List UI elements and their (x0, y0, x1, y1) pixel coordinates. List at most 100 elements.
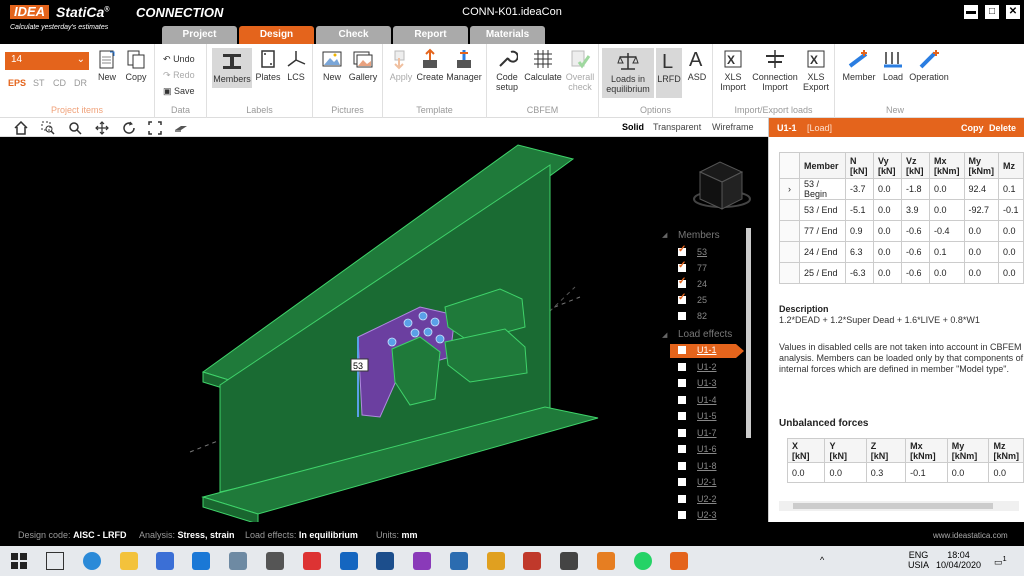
rotate-icon[interactable] (122, 121, 136, 135)
app-icon[interactable] (450, 552, 468, 570)
lrfd-button[interactable]: L LRFD (656, 48, 682, 98)
app-icon[interactable] (229, 552, 247, 570)
connection-import-button[interactable]: Connection Import (751, 48, 799, 92)
tab-report[interactable]: Report (393, 26, 468, 44)
checkbox[interactable] (678, 260, 686, 272)
load-effect-item[interactable]: U1-8 (678, 460, 758, 474)
tab-design[interactable]: Design (239, 26, 314, 44)
scroll-thumb[interactable] (793, 503, 993, 509)
app-icon[interactable] (340, 552, 358, 570)
delete-load-button[interactable]: Delete (989, 123, 1016, 133)
checkbox[interactable] (678, 379, 686, 387)
labels-plates-button[interactable]: Plates (255, 48, 281, 82)
table-row[interactable]: 77 / End 0.9 0.0 -0.6 -0.4 0.0 0.0 (779, 220, 1024, 242)
checkbox[interactable] (678, 511, 686, 519)
clock[interactable]: 18:04 10/04/2020 (936, 550, 981, 570)
copy-item-button[interactable]: Copy (122, 48, 150, 82)
picture-new-button[interactable]: New (319, 48, 345, 82)
template-apply-button[interactable]: Apply (387, 48, 415, 82)
horizontal-scrollbar[interactable] (779, 501, 1019, 511)
collapse-icon[interactable]: ◢ (662, 331, 667, 339)
app-icon[interactable] (376, 552, 394, 570)
load-effect-item[interactable]: U2-1 (678, 476, 758, 490)
checkbox[interactable] (678, 346, 686, 354)
checkbox[interactable] (678, 244, 686, 256)
load-effect-item[interactable]: U2-2 (678, 493, 758, 507)
copy-load-button[interactable]: Copy (961, 123, 984, 133)
home-icon[interactable] (14, 121, 28, 135)
zoom-extents-icon[interactable] (148, 121, 162, 135)
load-effect-item[interactable]: U2-3 (678, 509, 758, 522)
new-member-button[interactable]: Member (839, 48, 879, 82)
mail-icon[interactable] (192, 552, 210, 570)
checkbox[interactable] (678, 396, 686, 404)
standard-st[interactable]: ST (33, 78, 45, 88)
labels-members-button[interactable]: Members (212, 48, 252, 88)
maximize-button[interactable]: □ (985, 5, 999, 19)
loads-in-equilibrium-button[interactable]: Loads in equilibrium (602, 48, 654, 98)
standard-eps[interactable]: EPS (8, 78, 26, 88)
minimize-button[interactable]: ▬ (964, 5, 978, 19)
collapse-icon[interactable]: ◢ (662, 231, 667, 239)
notification-icon[interactable]: ▭1 (994, 554, 1007, 567)
connection-model[interactable]: 53 (0, 137, 768, 522)
app-icon[interactable] (303, 552, 321, 570)
edge-browser-icon[interactable] (83, 552, 101, 570)
new-operation-button[interactable]: Operation (907, 48, 951, 82)
zoom-window-icon[interactable] (41, 121, 55, 135)
store-icon[interactable] (156, 552, 174, 570)
table-row[interactable]: › 53 / Begin -3.7 0.0 -1.8 0.0 92.4 0.1 (779, 178, 1024, 200)
checkbox[interactable] (678, 495, 686, 503)
load-effect-item[interactable]: U1-6 (678, 443, 758, 457)
3d-viewport[interactable]: 53 (0, 137, 768, 522)
calculator-icon[interactable] (266, 552, 284, 570)
zoom-icon[interactable] (68, 121, 82, 135)
new-load-button[interactable]: Load (880, 48, 906, 82)
xls-export-button[interactable]: X XLS Export (800, 48, 832, 92)
app-icon[interactable] (413, 552, 431, 570)
picture-gallery-button[interactable]: Gallery (347, 48, 379, 82)
checkbox[interactable] (678, 412, 686, 420)
view-mode-solid[interactable]: Solid (622, 122, 644, 132)
checkbox[interactable] (678, 462, 686, 470)
load-effect-item-selected[interactable]: U1-1 (670, 344, 744, 358)
labels-lcs-button[interactable]: LCS (283, 48, 309, 82)
app-icon[interactable] (597, 552, 615, 570)
view-mode-wireframe[interactable]: Wireframe (712, 122, 754, 132)
code-setup-button[interactable]: Code setup (491, 48, 523, 92)
language-indicator[interactable]: ENG USIA (908, 550, 929, 570)
save-button[interactable]: ▣ Save (163, 86, 195, 97)
checkbox[interactable] (678, 445, 686, 453)
tab-check[interactable]: Check (316, 26, 391, 44)
tab-materials[interactable]: Materials (470, 26, 545, 44)
table-row[interactable]: 24 / End 6.3 0.0 -0.6 0.1 0.0 0.0 (779, 241, 1024, 263)
checkbox[interactable] (678, 363, 686, 371)
app-icon[interactable] (487, 552, 505, 570)
redo-button[interactable]: ↷ Redo (163, 70, 195, 81)
checkbox[interactable] (678, 312, 686, 320)
calculate-button[interactable]: Calculate (524, 48, 562, 82)
standard-cd[interactable]: CD (53, 78, 66, 88)
pan-icon[interactable] (95, 121, 109, 135)
idea-statica-taskbar-icon[interactable] (670, 552, 688, 570)
new-item-button[interactable]: New (94, 48, 120, 82)
checkbox[interactable] (678, 276, 686, 288)
asd-button[interactable]: A ASD (684, 48, 710, 82)
task-view-icon[interactable] (46, 552, 64, 570)
file-explorer-icon[interactable] (120, 552, 138, 570)
navigator-scrollbar[interactable] (746, 228, 751, 438)
website-link[interactable]: www.ideastatica.com (933, 531, 1008, 540)
template-manager-button[interactable]: Manager (445, 48, 483, 82)
undo-button[interactable]: ↶ Undo (163, 54, 195, 65)
overall-check-button[interactable]: Overall check (564, 48, 596, 92)
table-row[interactable]: 25 / End -6.3 0.0 -0.6 0.0 0.0 0.0 (779, 262, 1024, 284)
close-button[interactable]: ✕ (1006, 5, 1020, 19)
app-icon[interactable] (523, 552, 541, 570)
windows-start-icon[interactable] (10, 552, 28, 570)
tab-project[interactable]: Project (162, 26, 237, 44)
template-create-button[interactable]: Create (416, 48, 444, 82)
app-icon[interactable] (560, 552, 578, 570)
xls-import-button[interactable]: X XLS Import (717, 48, 749, 92)
standard-dr[interactable]: DR (74, 78, 87, 88)
checkbox[interactable] (678, 429, 686, 437)
